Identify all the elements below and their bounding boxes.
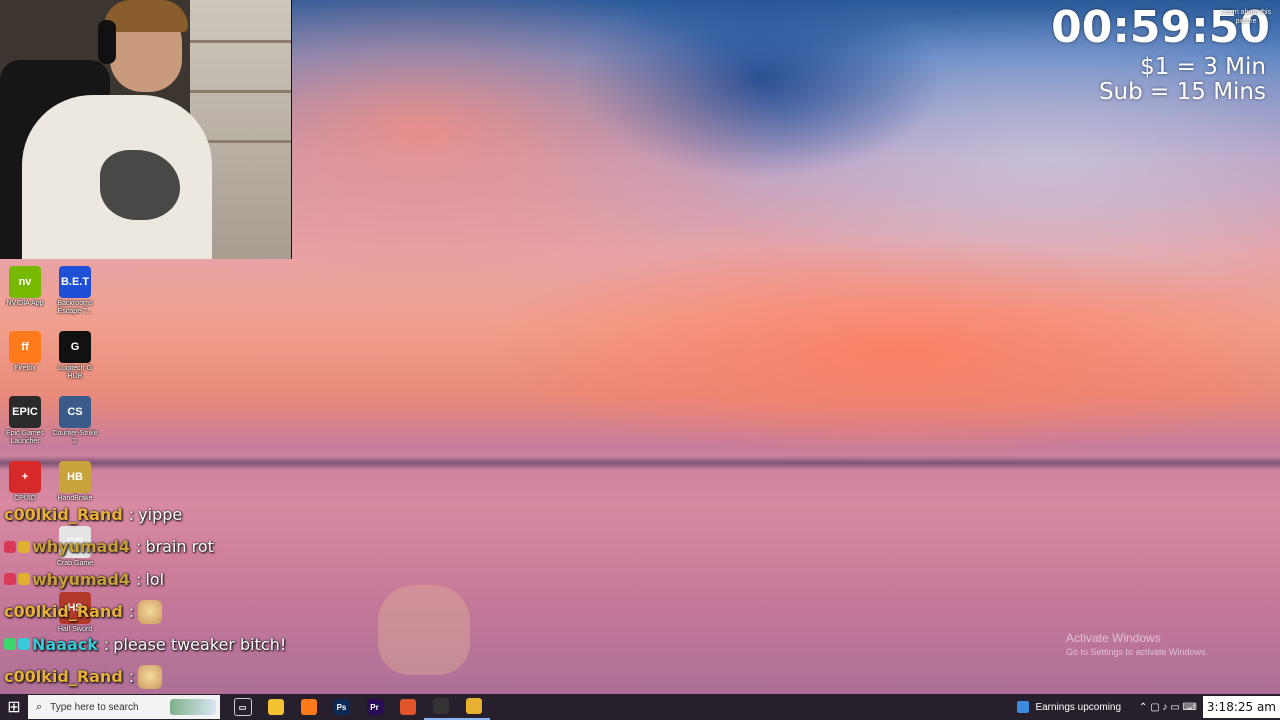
taskbar: ⊞ ⌕ Type here to search ▭ Ps Pr Earnings u… [0,694,1280,720]
webcam-shelf-row [190,40,291,43]
news-label: Earnings upcoming [1035,701,1122,713]
news-widget[interactable]: Earnings upcoming [1017,701,1121,713]
windows-logo-icon: ⊞ [7,699,21,716]
search-highlight-image [170,699,216,715]
chat-separator: : [103,634,110,654]
cat-emote-icon [138,664,163,689]
chat-username: whyumad4 [32,569,131,589]
chat-message: Naaack: please tweaker bitch! [4,628,424,661]
taskbar-app-firefox-alt[interactable] [391,694,424,720]
chat-badge-icon [4,540,16,553]
desktop-icon-label: Firefox [14,365,36,372]
taskbar-apps: ▭ Ps Pr [226,694,490,720]
search-placeholder: Type here to search [50,701,139,713]
desktop-icon-label: Backrooms Escape T... [57,300,93,315]
chat-badge-icon [4,638,16,651]
app-icon: ff [9,331,41,363]
chat-message: c00lkid_Rand: yippe [4,498,424,531]
firefox-icon [300,699,317,715]
chat-message: whyumad4: lol [4,563,424,596]
chat-text: please tweaker bitch! [113,634,287,654]
search-icon: ⌕ [36,700,43,713]
chat-separator: : [136,569,142,589]
desktop-icon-logitech-g-hub[interactable]: G Logitech G HUB [51,331,99,381]
tray-icons[interactable]: ⌃ ▢ ♪ ▭ ⌨ [1139,702,1197,713]
desktop-icon-firefox[interactable]: ff Firefox [1,331,49,373]
app-icon: G [59,331,91,363]
desktop-icon-counter-strike-2[interactable]: CS Counter-Strike 2 [51,396,99,446]
chat-separator: : [128,667,135,687]
desktop-icon-label: Logitech G HUB [58,365,92,380]
taskbar-app-kitty-app[interactable] [457,694,490,720]
task-view-icon: ▭ [233,698,252,716]
taskbar-app-task-view[interactable]: ▭ [226,694,259,720]
chat-username: whyumad4 [32,537,131,557]
taskbar-app-premiere[interactable]: Pr [358,694,391,720]
chat-badge-icon [18,638,30,651]
chat-badge-icon [18,573,30,586]
system-tray: Earnings upcoming ⌃ ▢ ♪ ▭ ⌨ 3:18:25 am [1017,694,1280,720]
activate-windows-title: Activate Windows [1066,631,1161,645]
desktop-icon-label: NVIDIA App [6,300,44,307]
chat-separator: : [128,504,135,524]
chat-separator: : [128,602,135,622]
photoshop-icon: Ps [333,699,350,715]
taskbar-app-file-explorer[interactable] [259,694,292,720]
chat-message: c00lkid_Rand: [4,596,424,629]
taskbar-app-firefox[interactable] [292,694,325,720]
chat-username: Naaack [32,634,98,654]
activate-windows-watermark: Activate Windows Go to Settings to activ… [1066,631,1208,657]
app-icon: CS [59,396,91,428]
kitty-app-icon [465,698,482,714]
webcam-person-hat [104,0,188,32]
chat-text: lol [145,569,165,589]
premiere-icon: Pr [366,699,383,715]
file-explorer-icon [267,699,284,715]
activate-windows-subtitle: Go to Settings to activate Windows. [1066,647,1209,657]
taskbar-app-photoshop[interactable]: Ps [325,694,358,720]
chat-badge-icon [18,540,30,553]
chat-username: c00lkid_Rand [4,667,123,687]
donation-rate: $1 = 3 Min [1140,54,1266,80]
chat-message: whyumad4: brain rot [4,531,424,564]
chat-message: c00lkid_Rand: [4,661,424,694]
desktop-icon-handbrake[interactable]: HB HandBrake [51,461,99,503]
chat-text: brain rot [145,537,214,557]
desktop-icon-epic-games-launcher[interactable]: EPIC Epic Games Launcher [1,396,49,446]
taskbar-app-obs[interactable] [424,694,457,720]
app-icon: EPIC [9,396,41,428]
chat-separator: : [136,537,142,557]
desktop-icon-cpuid[interactable]: + CPUID [1,461,49,503]
news-icon [1017,701,1030,713]
app-icon: B.E.T [59,266,91,298]
desktop-icon-label: Counter-Strike 2 [52,430,98,445]
learn-about-picture[interactable]: Learn about this picture [1218,8,1274,26]
chat-username: c00lkid_Rand [4,602,123,622]
chat-text: yippe [138,504,183,524]
desktop-icon-backrooms-escape-t[interactable]: B.E.T Backrooms Escape T... [51,266,99,316]
stream-chat-overlay: c00lkid_Rand: yippe whyumad4: brain rot wh… [4,498,424,693]
sub-rate: Sub = 15 Mins [1098,79,1266,105]
webcam-feed [0,0,292,259]
webcam-shelf-row [190,90,291,93]
app-icon: nv [9,266,41,298]
desktop-icon-label: Epic Games Launcher [5,430,45,445]
taskbar-clock[interactable]: 3:18:25 am [1202,696,1280,718]
firefox-alt-icon [399,699,416,715]
app-icon: + [9,461,41,493]
start-button[interactable]: ⊞ [0,694,28,720]
obs-icon [432,698,449,714]
app-icon: HB [59,461,91,493]
chat-username: c00lkid_Rand [4,504,123,524]
desktop-icon-nvidia-app[interactable]: nv NVIDIA App [1,266,49,308]
cat-emote-icon [138,599,163,624]
webcam-headphones [98,20,116,64]
taskbar-search-box[interactable]: ⌕ Type here to search [28,695,220,719]
wallpaper-horizon [0,456,1280,470]
chat-badge-icon [4,573,16,586]
